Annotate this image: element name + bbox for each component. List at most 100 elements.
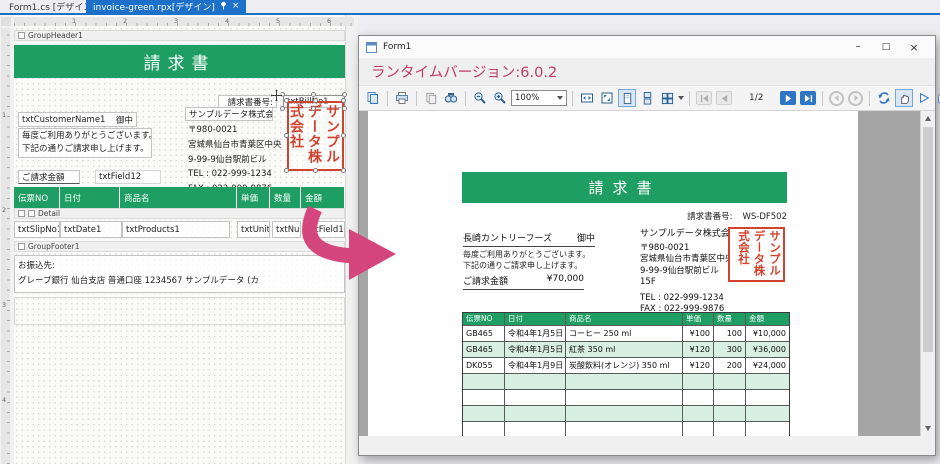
zoom-level-combo[interactable]: 100% [511, 90, 567, 106]
collapse-icon[interactable] [18, 32, 25, 39]
table-cell: GB465 [463, 342, 505, 358]
table-cell: 100 [714, 326, 746, 342]
runtime-text: ランタイムバージョン:6.0.2 [371, 61, 557, 82]
selection-handle[interactable] [341, 133, 346, 138]
selection-handle[interactable] [341, 98, 346, 103]
col-header: 数量 [714, 313, 746, 326]
company-name-box[interactable]: サンプルデータ株式会社 [185, 107, 273, 121]
zoom-in-icon[interactable] [491, 89, 509, 107]
toolbar-separator [416, 91, 417, 106]
selection-handle[interactable] [284, 98, 289, 103]
designer-title-band[interactable]: 請求書 [14, 45, 345, 78]
greeting-text-box[interactable]: 毎度ご利用ありがとうございます。 下記の通りご請求申し上げます。 [18, 128, 152, 158]
selection-handle[interactable] [311, 92, 316, 97]
amount-label-box[interactable]: ご請求金額 [18, 170, 80, 184]
field-txtField12[interactable]: txtField12 [95, 170, 161, 184]
stamp-text: サンプルデータ株式会社 [737, 230, 782, 276]
scroll-up-icon[interactable] [925, 116, 931, 121]
table-cell [683, 422, 714, 436]
field-txtProducts1[interactable]: txtProducts1 [122, 221, 230, 238]
ruler-number: 3 [2, 301, 6, 309]
viewer-toolbar: 100% [359, 85, 935, 111]
chevron-down-icon[interactable] [678, 96, 684, 100]
field-txtDate1[interactable]: txtDate1 [60, 221, 122, 238]
table-cell: コーヒー 250 ml [566, 326, 683, 342]
zoom-out-icon[interactable] [471, 89, 489, 107]
selection-handle[interactable] [313, 98, 318, 103]
close-icon[interactable] [232, 2, 240, 11]
report-preview-area[interactable]: 請求書 請求書番号:WS-DF502 長崎カントリーフーズ 御中 毎度ご利用あり… [359, 111, 935, 436]
selection-handle[interactable] [313, 168, 318, 173]
table-row: GB465令和4年1月5日紅茶 350 ml¥120300¥36,000 [463, 342, 789, 358]
maximize-button[interactable] [872, 41, 900, 54]
minimize-button[interactable] [844, 41, 872, 54]
copy-page-icon[interactable] [364, 89, 382, 107]
selection-handle[interactable] [280, 106, 285, 111]
table-cell [714, 422, 746, 436]
tab-invoice-green-rpx[interactable]: invoice-green.rpx[デザイン] [86, 0, 246, 13]
ruler-number: 1 [2, 111, 6, 119]
close-button[interactable] [900, 41, 928, 54]
selection-handle[interactable] [341, 168, 346, 173]
form-icon [366, 42, 377, 53]
refresh-icon[interactable] [875, 89, 893, 107]
history-back-icon[interactable] [829, 91, 844, 106]
history-forward-icon[interactable] [848, 91, 863, 106]
single-page-icon[interactable] [618, 89, 636, 107]
multi-page-icon[interactable] [658, 89, 676, 107]
fit-page-icon[interactable] [598, 89, 616, 107]
company-addr1[interactable]: 宮城県仙台市青葉区中央 [188, 138, 282, 150]
field-txtSlipNo1[interactable]: txtSlipNo1 [14, 221, 60, 238]
scroll-down-icon[interactable] [925, 426, 931, 431]
continuous-page-icon[interactable] [638, 89, 656, 107]
company-addr2[interactable]: 9-99-9仙台駅前ビル [188, 153, 267, 165]
first-page-icon[interactable] [696, 91, 712, 105]
prev-page-icon[interactable] [716, 91, 732, 105]
pink-callout-arrow [292, 196, 412, 296]
table-cell [714, 390, 746, 406]
collapse-icon[interactable] [18, 210, 25, 217]
greeting-line: 下記の通りご請求申し上げます。 [463, 260, 582, 271]
company-zip[interactable]: 〒980-0021 [188, 123, 237, 135]
next-page-icon[interactable] [780, 91, 796, 105]
selection-handle[interactable] [342, 106, 347, 111]
selection-handle[interactable] [284, 133, 289, 138]
table-cell [463, 422, 505, 436]
pin-icon[interactable] [220, 1, 227, 13]
expand-icon[interactable] [28, 210, 35, 217]
table-cell [505, 374, 566, 390]
col-header: 単価 [237, 187, 270, 208]
find-icon[interactable] [442, 89, 460, 107]
section-bar-groupheader[interactable]: GroupHeader1 [14, 30, 345, 41]
selection-handle[interactable] [284, 168, 289, 173]
table-cell [683, 406, 714, 422]
last-page-icon[interactable] [800, 91, 816, 105]
table-row [463, 406, 789, 422]
vertical-scrollbar[interactable] [920, 111, 935, 436]
field-txtCustomerName1[interactable]: txtCustomerName1 御中 [18, 112, 137, 127]
ruler-number: 2 [123, 17, 127, 25]
collapse-icon[interactable] [18, 243, 25, 250]
empty-footer-box[interactable] [14, 297, 345, 325]
hand-tool-icon[interactable] [895, 89, 913, 107]
table-cell: ¥120 [683, 358, 714, 374]
print-icon[interactable] [393, 89, 411, 107]
snapshot-icon[interactable] [935, 89, 940, 107]
scrollbar-thumb[interactable] [923, 127, 933, 352]
greeting-line: 毎度ご利用ありがとうございます。 [22, 130, 152, 143]
company-tel[interactable]: TEL : 022-999-1234 [188, 169, 272, 179]
selection-handle[interactable] [342, 92, 347, 97]
table-cell: 200 [714, 358, 746, 374]
toolbar-separator [387, 91, 388, 106]
table-cell: GB465 [463, 326, 505, 342]
billno-value: WS-DF502 [742, 212, 787, 222]
fit-width-icon[interactable] [578, 89, 596, 107]
continue-icon[interactable] [915, 89, 933, 107]
window-title-bar[interactable]: Form1 [359, 36, 935, 58]
selection-handle[interactable] [311, 106, 316, 111]
table-cell: 令和4年1月9日 [505, 358, 566, 374]
field-txtUnitP[interactable]: txtUnitP [237, 221, 270, 238]
company-stamp[interactable]: サンプルデータ株式会社 [287, 101, 344, 171]
copy-icon[interactable] [422, 89, 440, 107]
table-cell [505, 422, 566, 436]
